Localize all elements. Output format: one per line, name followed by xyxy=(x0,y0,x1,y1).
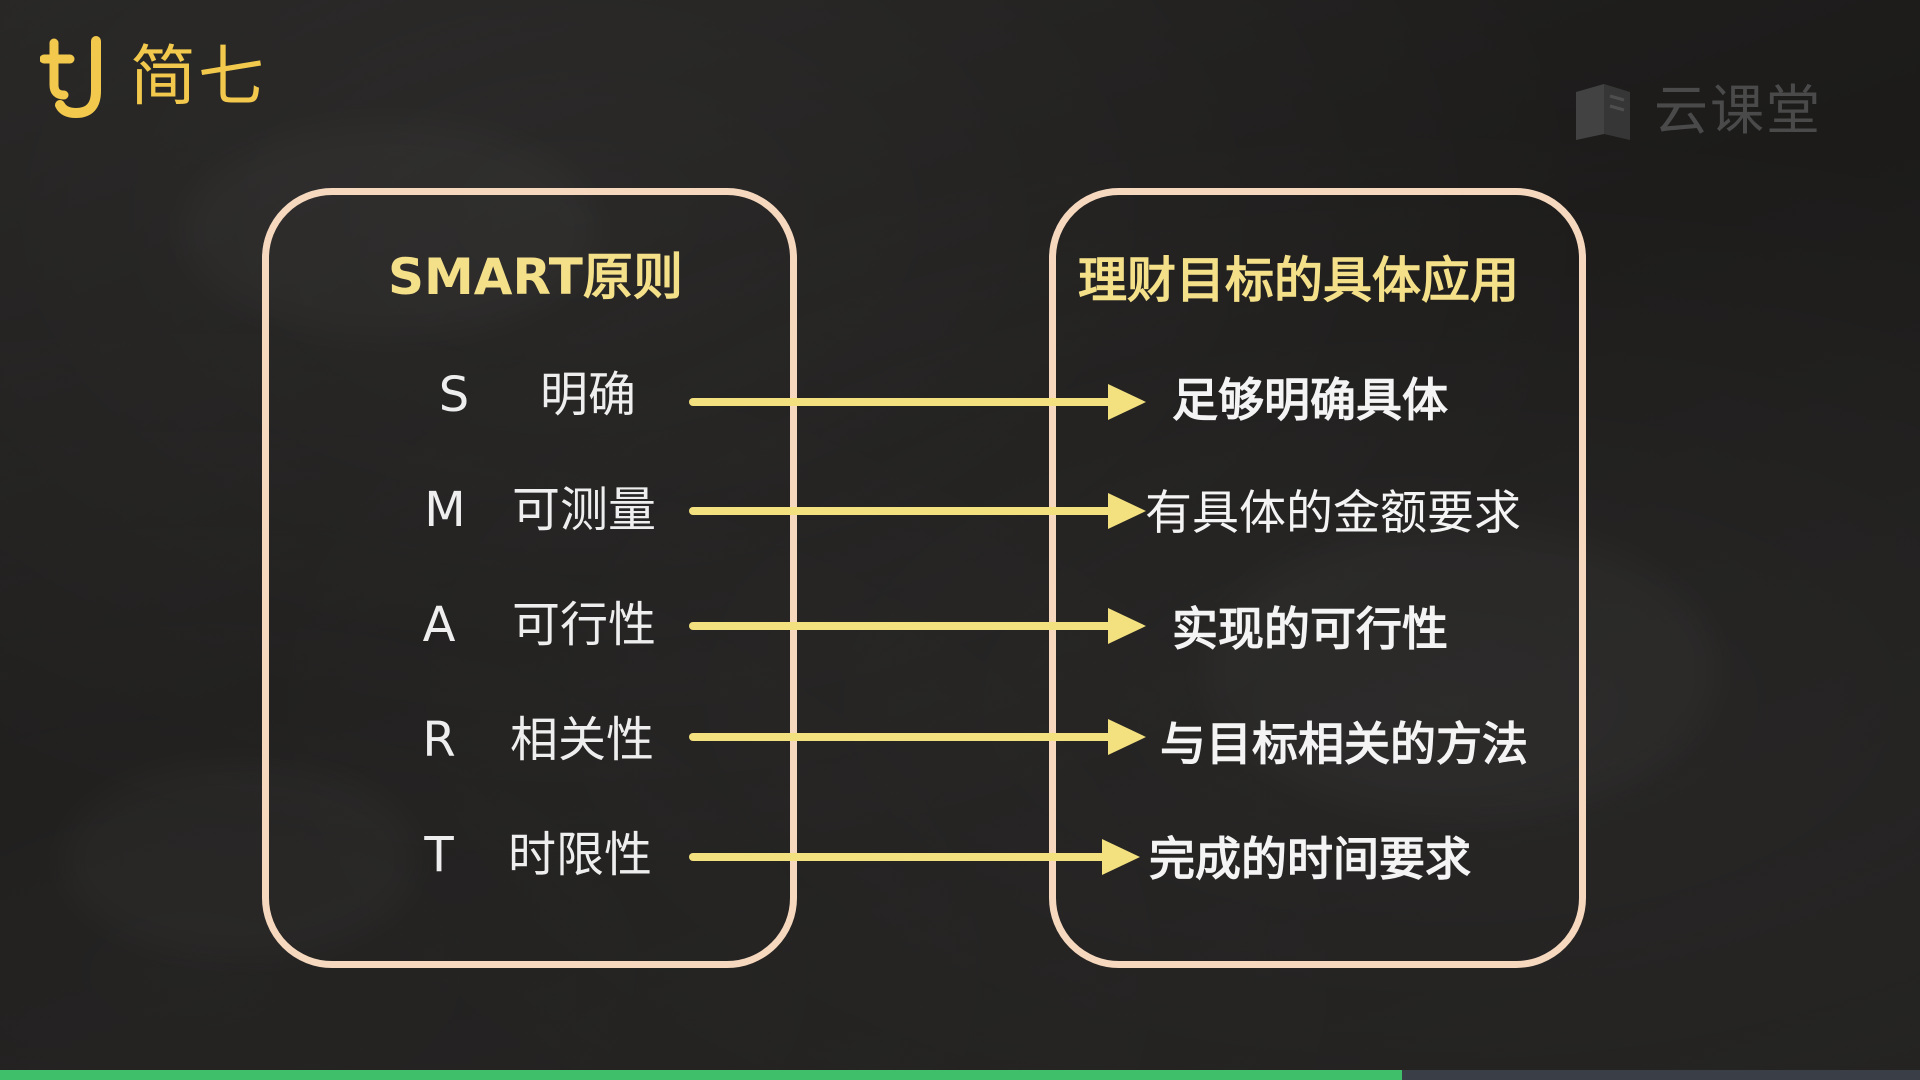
slide-canvas: 简七 云课堂 SMART原则 理财目标的具体应用 S 明确 足够明确具体 M 可… xyxy=(0,0,1920,1080)
watermark-text: 云课堂 xyxy=(1654,79,1822,142)
video-progress-fill xyxy=(0,1070,1402,1080)
row-application: 完成的时间要求 xyxy=(1149,832,1471,886)
row-letter: M xyxy=(424,482,466,538)
row-application: 足够明确具体 xyxy=(1172,373,1448,427)
watermark: 云课堂 xyxy=(1570,78,1822,144)
brand-name: 简七 xyxy=(130,38,266,115)
row-meaning: 相关性 xyxy=(510,712,655,768)
row-letter: R xyxy=(422,712,456,768)
row-meaning: 可测量 xyxy=(512,482,657,538)
row-meaning: 时限性 xyxy=(508,827,653,883)
brand-logo: 简七 xyxy=(40,32,266,122)
smart-title: SMART原则 xyxy=(388,248,683,306)
video-progress-bar[interactable] xyxy=(0,1070,1920,1080)
row-application: 实现的可行性 xyxy=(1172,602,1448,656)
applications-title: 理财目标的具体应用 xyxy=(1078,252,1520,309)
row-application: 有具体的金额要求 xyxy=(1145,486,1521,541)
row-meaning: 可行性 xyxy=(512,597,657,653)
row-letter: A xyxy=(422,597,456,653)
row-letter: T xyxy=(424,827,454,883)
brand-mark-icon xyxy=(40,36,101,119)
row-meaning: 明确 xyxy=(540,367,637,423)
row-letter: S xyxy=(438,367,470,423)
row-application: 与目标相关的方法 xyxy=(1160,717,1528,771)
book-icon xyxy=(1576,84,1630,140)
